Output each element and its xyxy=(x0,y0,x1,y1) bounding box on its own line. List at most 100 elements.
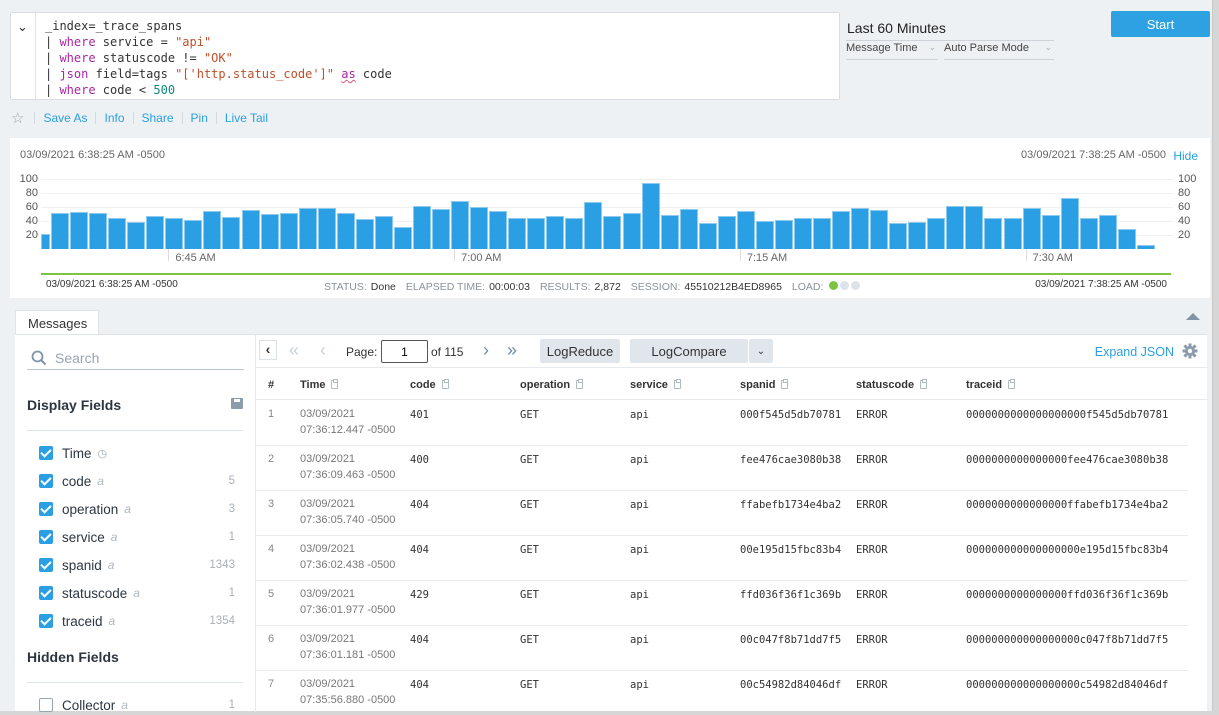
histogram-bar[interactable] xyxy=(279,213,298,249)
live-tail-link[interactable]: Live Tail xyxy=(215,112,276,124)
histogram-bar[interactable] xyxy=(679,209,698,249)
field-checkbox[interactable] xyxy=(39,446,53,460)
histogram-bar[interactable] xyxy=(565,218,584,249)
table-row[interactable]: 1 03/09/2021 07:36:12.447 -0500 401 GET api 00… xyxy=(256,401,1188,446)
copy-icon[interactable] xyxy=(673,379,681,389)
histogram-bar[interactable] xyxy=(51,212,70,249)
histogram-bar[interactable] xyxy=(432,209,451,249)
histogram-bar[interactable] xyxy=(698,223,717,249)
expand-json-link[interactable]: Expand JSON xyxy=(1095,345,1174,359)
last-page-icon[interactable]: » xyxy=(507,341,517,359)
query-text[interactable]: _index=_trace_spans | where service = "ap… xyxy=(45,18,392,98)
histogram-bar[interactable] xyxy=(412,206,431,249)
histogram-bar[interactable] xyxy=(241,209,260,249)
column-header-service[interactable]: service xyxy=(630,379,681,391)
histogram-bar[interactable] xyxy=(660,215,679,249)
copy-icon[interactable] xyxy=(1008,379,1016,389)
table-row[interactable]: 6 03/09/2021 07:36:01.181 -0500 404 GET api 00… xyxy=(256,626,1188,671)
column-header-index[interactable]: # xyxy=(268,379,274,391)
histogram-bar[interactable] xyxy=(927,218,946,249)
histogram-bar[interactable] xyxy=(184,219,203,249)
collapse-up-icon[interactable] xyxy=(1186,313,1200,320)
copy-icon[interactable] xyxy=(441,379,449,389)
histogram-bar[interactable] xyxy=(489,210,508,249)
next-page-icon[interactable]: › xyxy=(483,341,489,359)
field-checkbox[interactable] xyxy=(39,698,53,712)
histogram-bar[interactable] xyxy=(1136,244,1155,249)
histogram-bar[interactable] xyxy=(260,214,279,249)
histogram-bar[interactable] xyxy=(336,213,355,249)
histogram-bar[interactable] xyxy=(374,216,393,249)
histogram-bar[interactable] xyxy=(736,210,755,249)
gear-icon[interactable] xyxy=(1182,343,1198,359)
field-checkbox[interactable] xyxy=(39,474,53,488)
histogram-bar[interactable] xyxy=(717,216,736,249)
histogram-bar[interactable] xyxy=(603,216,622,249)
histogram-bar[interactable] xyxy=(908,222,927,249)
histogram-bar[interactable] xyxy=(146,216,165,249)
histogram-bar[interactable] xyxy=(832,211,851,249)
histogram-bar[interactable] xyxy=(1098,214,1117,249)
histogram-bar[interactable] xyxy=(470,207,489,249)
histogram-bar[interactable] xyxy=(70,211,89,249)
histogram-bar[interactable] xyxy=(1060,197,1079,249)
histogram-bar[interactable] xyxy=(527,217,546,249)
field-item-operation[interactable]: operation a 3 xyxy=(39,500,235,518)
field-item-collector[interactable]: Collector a 1 xyxy=(39,696,235,714)
field-item-traceid[interactable]: traceid a 1354 xyxy=(39,612,235,630)
histogram-bar[interactable] xyxy=(222,216,241,249)
histogram-bar[interactable] xyxy=(813,217,832,249)
histogram-bar[interactable] xyxy=(984,217,1003,249)
save-as-link[interactable]: Save As xyxy=(34,112,95,124)
pin-link[interactable]: Pin xyxy=(181,112,216,124)
logcompare-dropdown[interactable]: ⌄ xyxy=(749,339,773,363)
star-icon[interactable]: ☆ xyxy=(11,109,24,127)
field-item-spanid[interactable]: spanid a 1343 xyxy=(39,556,235,574)
chevron-down-icon[interactable]: ⌄ xyxy=(17,19,28,35)
histogram-bar[interactable] xyxy=(889,223,908,249)
copy-icon[interactable] xyxy=(576,379,584,389)
field-checkbox[interactable] xyxy=(39,614,53,628)
share-link[interactable]: Share xyxy=(132,112,182,124)
histogram-bar[interactable] xyxy=(1003,218,1022,249)
tab-messages[interactable]: Messages xyxy=(15,310,99,335)
table-row[interactable]: 3 03/09/2021 07:36:05.740 -0500 404 GET api ff… xyxy=(256,491,1188,536)
copy-icon[interactable] xyxy=(781,379,789,389)
histogram-bar[interactable] xyxy=(546,216,565,249)
info-link[interactable]: Info xyxy=(95,112,132,124)
collapse-sidebar-button[interactable]: ‹ xyxy=(259,340,277,360)
histogram-bar[interactable] xyxy=(1022,208,1041,249)
query-editor[interactable]: ⌄ _index=_trace_spans | where service = "… xyxy=(10,12,840,100)
column-header-spanid[interactable]: spanid xyxy=(740,379,789,391)
field-item-time[interactable]: Time ◷ xyxy=(39,444,235,462)
field-checkbox[interactable] xyxy=(39,586,53,600)
table-row[interactable]: 4 03/09/2021 07:36:02.438 -0500 404 GET api 00… xyxy=(256,536,1188,581)
histogram-bar[interactable] xyxy=(355,218,374,249)
copy-icon[interactable] xyxy=(920,379,928,389)
field-search-input[interactable] xyxy=(55,350,240,366)
histogram-bar[interactable] xyxy=(108,218,127,249)
logcompare-button[interactable]: LogCompare xyxy=(630,339,748,363)
field-item-service[interactable]: service a 1 xyxy=(39,528,235,546)
histogram-bar[interactable] xyxy=(127,221,146,249)
histogram-bar[interactable] xyxy=(622,212,641,249)
histogram-bar[interactable] xyxy=(584,202,603,249)
field-checkbox[interactable] xyxy=(39,530,53,544)
page-number-input[interactable] xyxy=(381,340,428,363)
table-row[interactable]: 2 03/09/2021 07:36:09.463 -0500 400 GET api fe… xyxy=(256,446,1188,491)
histogram-bar[interactable] xyxy=(89,213,108,249)
column-header-traceid[interactable]: traceid xyxy=(966,379,1016,391)
histogram-bar[interactable] xyxy=(641,182,660,249)
column-header-operation[interactable]: operation xyxy=(520,379,584,391)
field-item-statuscode[interactable]: statuscode a 1 xyxy=(39,584,235,602)
field-item-code[interactable]: code a 5 xyxy=(39,472,235,490)
hide-histogram-link[interactable]: Hide xyxy=(1173,149,1198,163)
field-checkbox[interactable] xyxy=(39,558,53,572)
histogram-bar[interactable] xyxy=(965,206,984,249)
histogram-bar[interactable] xyxy=(1117,228,1136,249)
time-range-bar[interactable] xyxy=(41,273,1171,275)
histogram-bar[interactable] xyxy=(298,208,317,249)
column-header-code[interactable]: code xyxy=(410,379,449,391)
histogram-bar[interactable] xyxy=(165,217,184,249)
time-mode-select[interactable]: Message Time ⌄ xyxy=(846,42,938,60)
